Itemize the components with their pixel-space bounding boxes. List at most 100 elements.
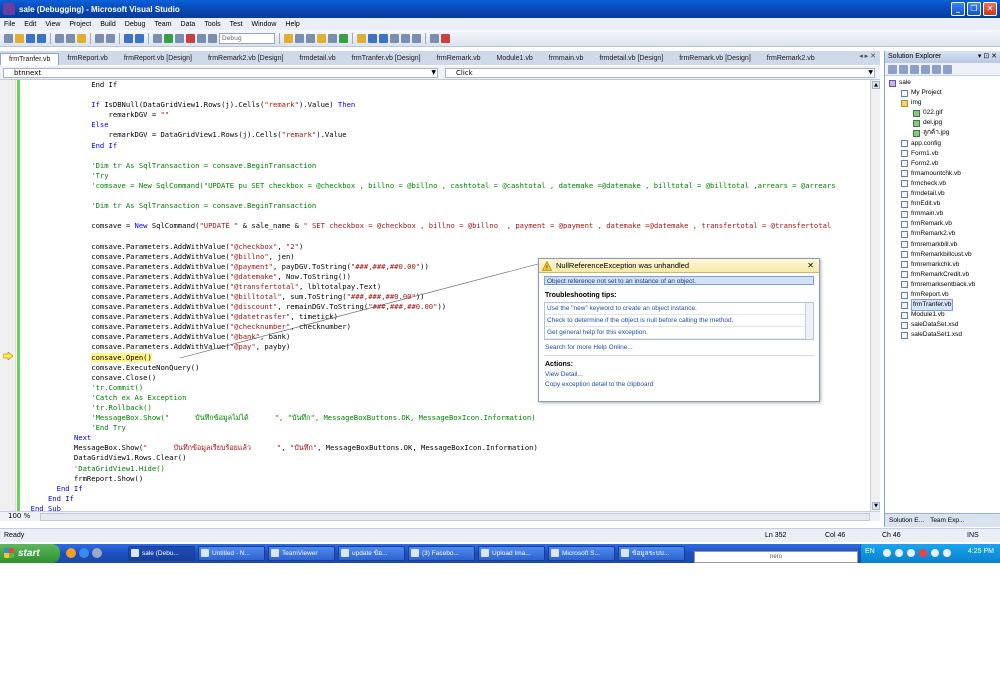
tree-item[interactable]: frmremarkbill.vb xyxy=(885,240,1000,250)
taskbar-button[interactable]: Upload Ima... xyxy=(478,546,545,561)
tree-item[interactable]: frmRemarkCredit.vb xyxy=(885,270,1000,280)
taskbar-button[interactable]: ข้อมูลระบบ... xyxy=(618,546,685,561)
tree-item[interactable]: del.jpg xyxy=(885,118,1000,128)
code-line[interactable] xyxy=(22,211,870,221)
code-line[interactable]: End If xyxy=(22,141,870,151)
code-line[interactable]: frmReport.Show() xyxy=(22,474,870,484)
close-button[interactable]: ✕ xyxy=(983,2,997,16)
troubleshooting-tip[interactable]: Get general help for this exception. xyxy=(545,327,813,339)
minimize-button[interactable]: _ xyxy=(951,2,965,16)
menu-item-view[interactable]: View xyxy=(45,21,60,28)
comment-icon[interactable] xyxy=(95,33,104,43)
pin-icon[interactable]: ▾ ⊡ ✕ xyxy=(978,51,997,63)
next-bookmark-icon[interactable] xyxy=(379,33,388,43)
class-name-combo[interactable]: btnnext ▼ xyxy=(3,68,438,78)
menu-item-window[interactable]: Window xyxy=(252,21,277,28)
navigate-back-icon[interactable] xyxy=(153,33,162,43)
uncomment-icon[interactable] xyxy=(106,33,115,43)
indicator-margin[interactable] xyxy=(0,80,16,511)
menu-item-test[interactable]: Test xyxy=(230,21,243,28)
code-line[interactable] xyxy=(22,191,870,201)
tree-item[interactable]: frmamountchk.vb xyxy=(885,169,1000,179)
code-line[interactable]: 'comsave = New SqlCommand("UPDATE pu SET… xyxy=(22,181,870,191)
code-line[interactable]: 'tr.Rollback() xyxy=(22,403,870,413)
start-page-icon[interactable] xyxy=(339,33,348,43)
zoom-level[interactable]: 100 % xyxy=(8,512,30,520)
code-line[interactable]: 'MessageBox.Show(" บันทึกข้อมูลไม่ได้ ",… xyxy=(22,413,870,423)
code-line[interactable]: MessageBox.Show(" บันทึกข้อมูลเรียบร้อยแ… xyxy=(22,443,870,453)
code-line[interactable]: Else xyxy=(22,120,870,130)
help-icon[interactable] xyxy=(883,549,891,557)
tree-item[interactable]: frmRemarkbillcust.vb xyxy=(885,250,1000,260)
tree-item[interactable]: My Project xyxy=(885,88,1000,98)
menu-item-tools[interactable]: Tools xyxy=(204,21,220,28)
view-designer-icon[interactable] xyxy=(932,64,941,74)
tab-controls[interactable]: ◂ ▸ ✕ xyxy=(859,52,876,60)
volume-icon[interactable] xyxy=(895,549,903,557)
properties-icon[interactable] xyxy=(888,64,897,74)
menu-item-team[interactable]: Team xyxy=(154,21,171,28)
tab-module1-vb[interactable]: Module1.vb xyxy=(489,53,541,65)
start-button[interactable]: start xyxy=(0,544,60,563)
open-folder-icon[interactable] xyxy=(15,33,24,43)
scroll-down-icon[interactable]: ▼ xyxy=(872,502,880,510)
tree-solution[interactable]: sale xyxy=(885,78,1000,88)
tab-frmremark2-vb[interactable]: frmRemark2.vb xyxy=(759,53,823,65)
breakpoints-window-icon[interactable] xyxy=(441,33,450,43)
tab-team-explorer[interactable]: Team Exp... xyxy=(930,517,964,524)
menu-item-file[interactable]: File xyxy=(4,21,15,28)
method-name-combo[interactable]: Click ▼ xyxy=(445,68,875,78)
exception-message[interactable]: Object reference not set to an instance … xyxy=(544,276,814,285)
tree-item[interactable]: Form2.vb xyxy=(885,159,1000,169)
new-project-icon[interactable] xyxy=(4,33,13,43)
tab-frmdetail-vb-design[interactable]: frmdetail.vb [Design] xyxy=(591,53,671,65)
nero-toolbar[interactable]: nero xyxy=(694,551,858,563)
code-line[interactable]: 'DataGridView1.Hide() xyxy=(22,464,870,474)
tab-frmreport-vb[interactable]: frmReport.vb xyxy=(59,53,115,65)
scroll-up-icon[interactable]: ▲ xyxy=(872,81,880,89)
tree-item[interactable]: frmremarksentback.vb xyxy=(885,280,1000,290)
tab-frmdetail-vb[interactable]: frmdetail.vb xyxy=(291,53,343,65)
vertical-scrollbar[interactable]: ▲ ▼ xyxy=(870,80,880,511)
code-line[interactable]: 'Try xyxy=(22,171,870,181)
tree-folder[interactable]: img xyxy=(885,98,1000,108)
tree-item[interactable]: frmmain.vb xyxy=(885,209,1000,219)
taskbar-button[interactable]: Untitled - N... xyxy=(198,546,265,561)
prev-bookmark-icon[interactable] xyxy=(368,33,377,43)
code-line[interactable]: comsave.Parameters.AddWithValue("@checkb… xyxy=(22,242,870,252)
code-line[interactable]: DataGridView1.Rows.Clear() xyxy=(22,453,870,463)
code-line[interactable] xyxy=(22,90,870,100)
code-line[interactable]: 'End Try xyxy=(22,423,870,433)
menu-item-help[interactable]: Help xyxy=(285,21,299,28)
tree-item[interactable]: frmRemark.vb xyxy=(885,219,1000,229)
tree-item[interactable]: frmremarkchk.vb xyxy=(885,260,1000,270)
step-over-icon[interactable] xyxy=(208,33,217,43)
tree-item[interactable]: ลูกค้า.jpg xyxy=(885,128,1000,138)
taskbar-button[interactable]: Microsoft S... xyxy=(548,546,615,561)
menu-item-edit[interactable]: Edit xyxy=(24,21,36,28)
troubleshooting-tip[interactable]: Use the "new" keyword to create an objec… xyxy=(545,303,813,315)
copy-exception-link[interactable]: Copy exception detail to the clipboard xyxy=(545,381,819,388)
menu-item-debug[interactable]: Debug xyxy=(125,21,146,28)
tab-frmremark-vb-design[interactable]: frmRemark.vb [Design] xyxy=(671,53,759,65)
network-icon[interactable] xyxy=(907,549,915,557)
taskbar-button[interactable]: sale (Debu... xyxy=(128,546,195,561)
solution-configuration-combo[interactable]: Debug xyxy=(219,32,275,44)
code-line[interactable]: End If xyxy=(22,80,870,90)
messenger-icon[interactable] xyxy=(931,549,939,557)
properties-icon[interactable] xyxy=(306,33,315,43)
menu-item-build[interactable]: Build xyxy=(100,21,116,28)
clear-bookmarks-icon[interactable] xyxy=(390,33,399,43)
tree-item[interactable]: Module1.vb xyxy=(885,310,1000,320)
step-into-icon[interactable] xyxy=(197,33,206,43)
taskbar-button[interactable]: (3) Facebo... xyxy=(408,546,475,561)
solution-explorer-icon[interactable] xyxy=(295,33,304,43)
tree-item[interactable]: frmcheck.vb xyxy=(885,179,1000,189)
tab-frmremark-vb[interactable]: frmRemark.vb xyxy=(429,53,489,65)
tab-frmremark2-vb-design[interactable]: frmRemark2.vb [Design] xyxy=(200,53,291,65)
menu-item-project[interactable]: Project xyxy=(69,21,91,28)
close-icon[interactable]: ✕ xyxy=(807,261,814,270)
code-line[interactable] xyxy=(22,151,870,161)
stop-debugging-icon[interactable] xyxy=(186,33,195,43)
language-indicator[interactable]: EN xyxy=(865,548,875,555)
